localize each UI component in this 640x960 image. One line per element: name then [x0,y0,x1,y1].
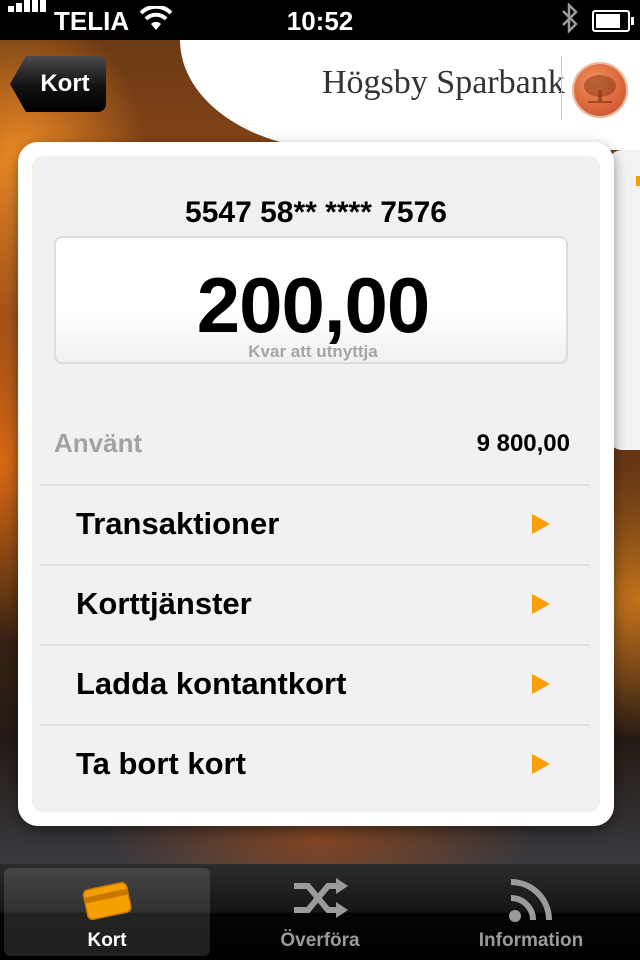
bank-name: Högsby Sparbank [322,64,565,101]
balance-box: 200,00 Kvar att utnyttja [54,236,568,364]
menu-item-label: Ta bort kort [76,746,246,781]
menu-item-label: Transaktioner [76,506,280,541]
disclosure-arrow-icon [532,674,550,694]
tab-label: Kort [87,930,127,951]
card-panel: 5547 58** **** 7576 200,00 Kvar att utny… [18,142,614,826]
tab-label: Överföra [280,930,360,951]
tab-information[interactable]: Information [428,868,634,956]
menu-item-label: Ladda kontantkort [76,666,347,701]
battery-icon [592,10,634,32]
used-value: 9 800,00 [476,430,570,457]
card-content: 5547 58** **** 7576 200,00 Kvar att utny… [32,156,600,812]
clock: 10:52 [286,6,354,36]
menu-item-ladda-kontantkort[interactable]: Ladda kontantkort [40,644,590,724]
header-divider [561,56,562,120]
menu-item-ta-bort-kort[interactable]: Ta bort kort [40,724,590,804]
menu-item-label: Korttjänster [76,586,252,621]
balance-amount: 200,00 [196,261,431,349]
disclosure-arrow-icon [532,754,550,774]
card-number: 5547 58** **** 7576 [185,196,447,229]
disclosure-arrow-icon [532,514,550,534]
disclosure-arrow-icon [532,594,550,614]
back-button[interactable]: Kort [10,56,106,112]
card-icon [79,876,135,929]
menu-item-transaktioner[interactable]: Transaktioner [40,484,590,564]
shuffle-icon [290,876,350,925]
status-bar: TELIA 10:52 [0,0,640,40]
balance-label: Kvar att utnyttja [248,342,378,361]
tab-kort[interactable]: Kort [4,868,210,956]
bluetooth-icon [560,1,580,40]
tab-overfora[interactable]: Överföra [217,868,423,956]
menu-item-korttjanster[interactable]: Korttjänster [40,564,590,644]
card-menu: Transaktioner Korttjänster Ladda kontant… [40,484,590,804]
bank-logo-icon [572,62,628,118]
next-card-accent [636,176,640,186]
rss-icon [507,876,555,929]
used-label: Använt [54,428,143,458]
tab-bar: Kort Överföra Information [0,864,640,960]
tab-label: Information [478,930,584,951]
